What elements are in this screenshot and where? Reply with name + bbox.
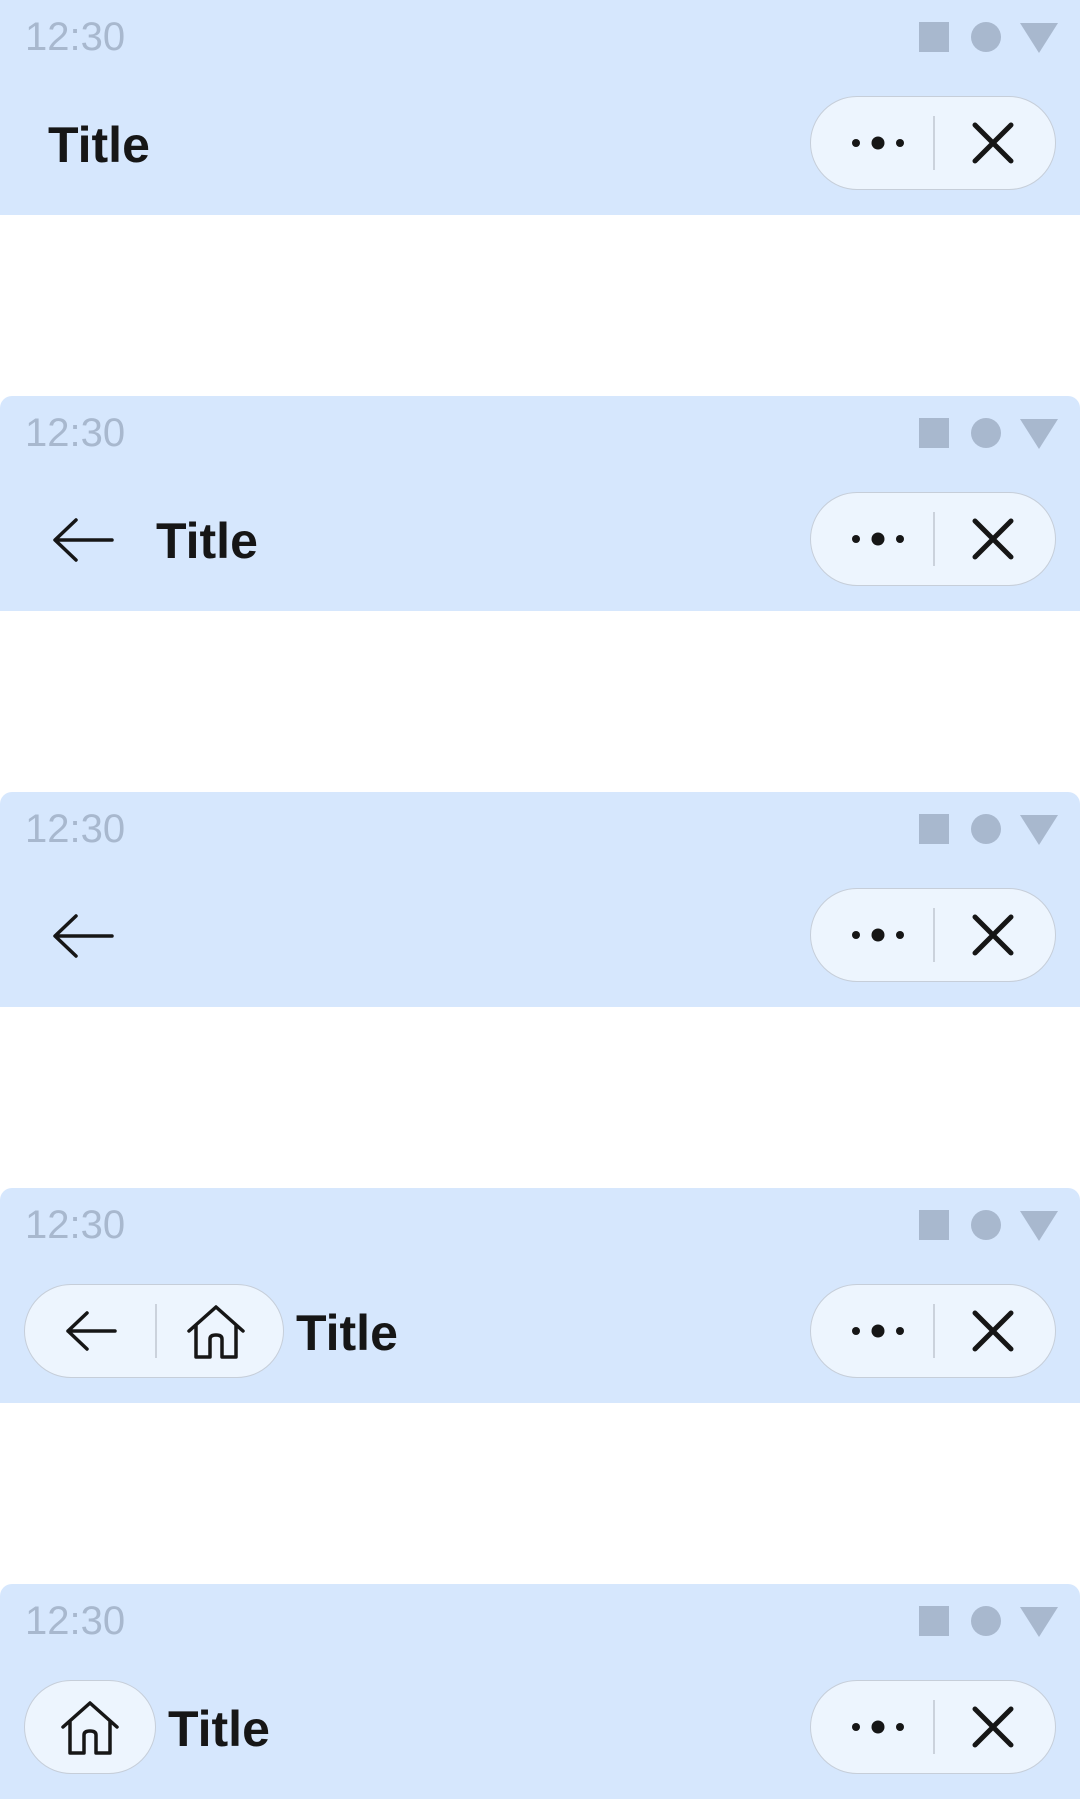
mini-program-capsule [810, 888, 1056, 982]
status-bar: 12:30 [0, 1584, 1080, 1656]
circle-icon [971, 418, 1001, 448]
close-icon [972, 914, 1014, 956]
page-title: Title [48, 117, 150, 173]
square-icon [919, 1606, 949, 1636]
page-title: Title [296, 1305, 398, 1361]
more-button[interactable] [811, 493, 933, 585]
navigation-capsule [24, 1284, 284, 1378]
close-button[interactable] [935, 1285, 1055, 1377]
navigation-row: Title [0, 1680, 1080, 1776]
nav-bar-back-only: 12:30 [0, 792, 1080, 1007]
more-dots-icon [852, 1720, 904, 1734]
back-button[interactable] [50, 912, 116, 960]
triangle-icon [1020, 419, 1058, 449]
status-bar: 12:30 [0, 1188, 1080, 1260]
square-icon [919, 1210, 949, 1240]
more-dots-icon [852, 1324, 904, 1338]
status-time: 12:30 [25, 411, 126, 455]
status-bar: 12:30 [0, 396, 1080, 468]
circle-icon [971, 22, 1001, 52]
more-dots-icon [852, 136, 904, 150]
circle-icon [971, 814, 1001, 844]
navigation-row [0, 888, 1080, 984]
status-icons [916, 1604, 1058, 1638]
mini-program-capsule [810, 96, 1056, 190]
close-icon [972, 1706, 1014, 1748]
page-title: Title [168, 1701, 270, 1757]
close-button[interactable] [935, 493, 1055, 585]
more-button[interactable] [811, 97, 933, 189]
arrow-left-icon [66, 1311, 117, 1351]
navigation-row: Title [0, 1284, 1080, 1380]
circle-icon [971, 1210, 1001, 1240]
arrow-left-icon [53, 914, 114, 958]
status-bar: 12:30 [0, 792, 1080, 864]
home-button[interactable] [157, 1285, 283, 1377]
nav-bar-back-home-title: 12:30 Title [0, 1188, 1080, 1403]
status-bar: 12:30 [0, 0, 1080, 72]
more-button[interactable] [811, 1681, 933, 1773]
more-dots-icon [852, 928, 904, 942]
page-title: Title [156, 513, 258, 569]
square-icon [919, 814, 949, 844]
more-dots-icon [852, 532, 904, 546]
square-icon [919, 418, 949, 448]
triangle-icon [1020, 1211, 1058, 1241]
mini-program-capsule [810, 1680, 1056, 1774]
nav-bar-title-only: 12:30 Title [0, 0, 1080, 215]
triangle-icon [1020, 1607, 1058, 1637]
close-button[interactable] [935, 97, 1055, 189]
arrow-left-icon [53, 518, 114, 562]
more-button[interactable] [811, 1285, 933, 1377]
status-icons [916, 1208, 1058, 1242]
close-button[interactable] [935, 1681, 1055, 1773]
home-icon [61, 1701, 119, 1755]
status-time: 12:30 [25, 1203, 126, 1247]
status-icons [916, 20, 1058, 54]
status-time: 12:30 [25, 807, 126, 851]
circle-icon [971, 1606, 1001, 1636]
status-icons [916, 812, 1058, 846]
navigation-row: Title [0, 492, 1080, 588]
status-time: 12:30 [25, 1599, 126, 1643]
mini-program-capsule [810, 1284, 1056, 1378]
back-button[interactable] [50, 516, 116, 564]
square-icon [919, 22, 949, 52]
navigation-row: Title [0, 96, 1080, 192]
more-button[interactable] [811, 889, 933, 981]
home-button[interactable] [25, 1681, 155, 1773]
back-button[interactable] [25, 1285, 155, 1377]
close-icon [972, 518, 1014, 560]
triangle-icon [1020, 815, 1058, 845]
home-icon [187, 1305, 245, 1359]
home-capsule [24, 1680, 156, 1774]
status-icons [916, 416, 1058, 450]
mini-program-capsule [810, 492, 1056, 586]
triangle-icon [1020, 23, 1058, 53]
close-icon [972, 122, 1014, 164]
close-button[interactable] [935, 889, 1055, 981]
status-time: 12:30 [25, 15, 126, 59]
nav-bar-home-title: 12:30 Title [0, 1584, 1080, 1799]
nav-bar-back-title: 12:30 Title [0, 396, 1080, 611]
close-icon [972, 1310, 1014, 1352]
